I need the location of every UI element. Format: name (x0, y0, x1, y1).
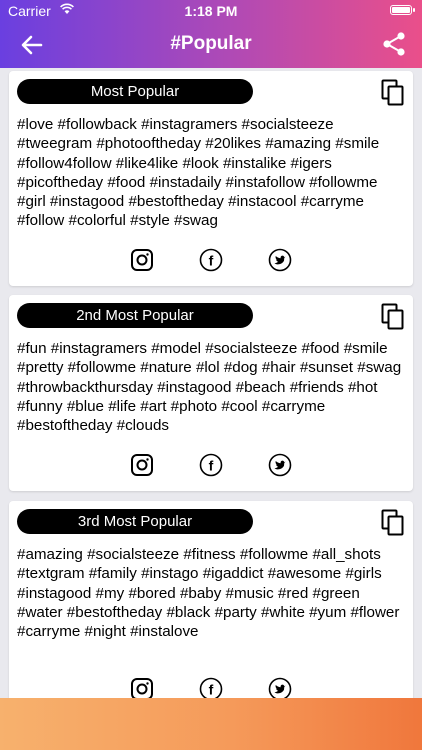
share-row: f (9, 453, 413, 479)
twitter-icon[interactable] (268, 453, 292, 477)
hashtag-text: #amazing #socialsteeze #fitness #followm… (17, 546, 400, 641)
svg-text:f: f (209, 458, 214, 474)
hashtag-card-3rd-most-popular: 3rd Most Popular #amazing #socialsteeze … (9, 501, 413, 716)
app-header: Carrier 1:18 PM #Popular (0, 0, 422, 68)
twitter-icon[interactable] (268, 248, 292, 272)
bottom-bar (0, 698, 422, 750)
hashtag-text: #fun #instagramers #model #socialsteeze … (17, 340, 402, 435)
page-title: #Popular (170, 33, 252, 54)
instagram-icon[interactable] (130, 453, 154, 477)
hashtag-card-2nd-most-popular: 2nd Most Popular #fun #instagramers #mod… (9, 295, 413, 491)
share-row: f (9, 248, 413, 274)
facebook-icon[interactable]: f (199, 453, 223, 477)
battery-icon (390, 5, 415, 15)
svg-text:f: f (209, 253, 214, 269)
copy-icon[interactable] (381, 303, 405, 331)
status-bar: Carrier 1:18 PM (0, 0, 422, 22)
svg-text:f: f (209, 682, 214, 698)
card-title: 2nd Most Popular (17, 303, 253, 328)
hashtag-card-most-popular: Most Popular #love #followback #instagra… (9, 71, 413, 286)
status-time: 1:18 PM (184, 3, 238, 19)
card-title: 3rd Most Popular (17, 509, 253, 534)
navigation-bar: #Popular (0, 22, 422, 68)
copy-icon[interactable] (381, 79, 405, 107)
share-icon[interactable] (380, 30, 408, 58)
card-title: Most Popular (17, 79, 253, 104)
copy-icon[interactable] (381, 509, 405, 537)
hashtag-text: #love #followback #instagramers #socials… (17, 116, 380, 230)
instagram-icon[interactable] (130, 248, 154, 272)
facebook-icon[interactable]: f (199, 248, 223, 272)
